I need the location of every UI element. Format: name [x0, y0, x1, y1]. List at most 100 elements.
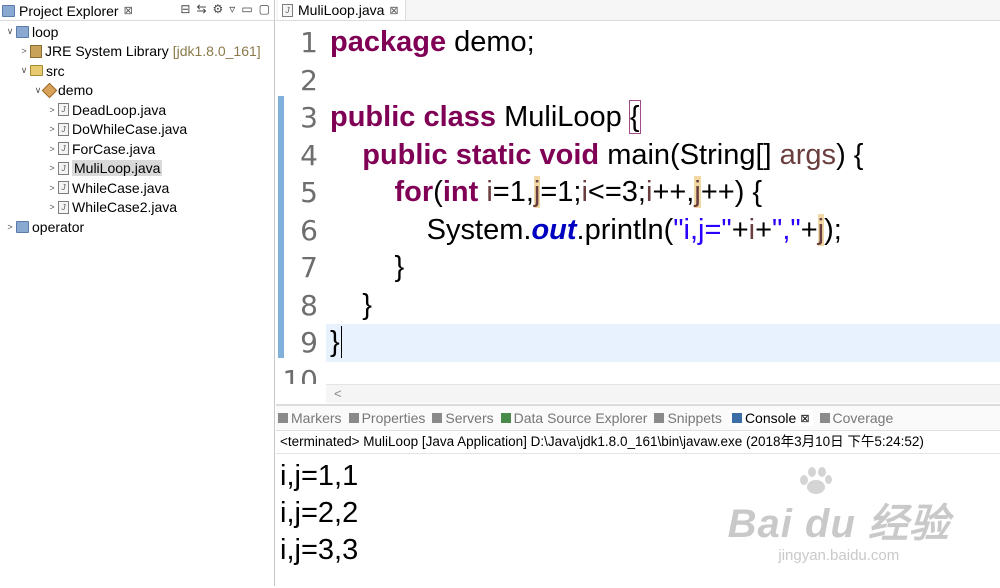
console-panel: Markers Properties Servers Data Source Expl…: [276, 404, 1000, 588]
collapsed-arrow-icon[interactable]: >: [46, 144, 58, 154]
tree-item-decoration: [jdk1.8.0_161]: [172, 43, 261, 60]
code-line-3[interactable]: public class MuliLoop {: [326, 99, 1000, 137]
collapsed-arrow-icon[interactable]: >: [46, 183, 58, 193]
coverage-icon: [819, 413, 830, 423]
package-icon: [41, 82, 58, 99]
code-line-4[interactable]: public static void main(String[] args) {: [326, 137, 1000, 175]
tab-servers[interactable]: Servers: [432, 410, 494, 426]
code-line-5[interactable]: for(int i=1,j=1;i<=3;i++,j++) {: [326, 174, 1000, 212]
properties-icon: [348, 413, 359, 423]
tree-item-deadloop-java[interactable]: > J DeadLoop.java: [0, 100, 274, 120]
tab-console[interactable]: Console ⊠: [728, 410, 813, 426]
project-explorer-icon: [2, 4, 15, 17]
code-line-9[interactable]: }: [326, 324, 1000, 362]
close-icon[interactable]: ⊠: [124, 4, 133, 17]
scroll-left-icon[interactable]: <: [334, 386, 342, 401]
tree-item-label: ForCase.java: [72, 140, 156, 157]
watermark-url: jingyan.baidu.com: [778, 547, 900, 564]
collapsed-arrow-icon[interactable]: >: [18, 46, 30, 56]
tree-item-label: loop: [32, 23, 59, 40]
tree-item-loop[interactable]: ∨ loop: [0, 22, 274, 42]
java-file-icon: J: [58, 122, 69, 136]
tree-item-forcase-java[interactable]: > J ForCase.java: [0, 139, 274, 159]
console-output-line: i,j=1,1: [280, 460, 359, 492]
tree-item-muliloop-java[interactable]: > J MuliLoop.java: [0, 159, 274, 179]
line-number: 9: [300, 326, 318, 359]
horizontal-scrollbar[interactable]: <: [326, 384, 1000, 403]
java-file-icon: J: [282, 3, 293, 17]
tree-item-whilecase-java[interactable]: > J WhileCase.java: [0, 178, 274, 198]
code-area[interactable]: package demo; public class MuliLoop { pu…: [326, 24, 1000, 384]
project-explorer-tab-bar: Project Explorer ⊠ ⊟ ⇆ ⚙ ▿ ▭ ▢: [0, 0, 274, 21]
code-line-1[interactable]: package demo;: [326, 24, 1000, 62]
focus-icon[interactable]: ⚙: [213, 2, 224, 16]
code-line-2[interactable]: [326, 62, 1000, 100]
tree-item-src[interactable]: ∨ src: [0, 61, 274, 81]
view-toolbar: ⊟ ⇆ ⚙ ▿ ▭ ▢: [180, 2, 270, 16]
baidu-paw-icon: [798, 465, 832, 495]
tree-item-label: JRE System Library: [45, 43, 169, 60]
servers-icon: [432, 413, 443, 423]
console-tab-label: Coverage: [832, 410, 894, 426]
tree-item-label: MuliLoop.java: [72, 160, 163, 177]
watermark-brand: Bai du 经验: [727, 502, 950, 546]
java-file-icon: J: [58, 161, 69, 175]
editor-panel: J MuliLoop.java ⊠ 1 2 3 4 5 6 7 8 9 10 package de…: [276, 0, 1000, 404]
console-tab-bar: Markers Properties Servers Data Source Expl…: [276, 406, 1000, 431]
code-line-8[interactable]: }: [326, 287, 1000, 325]
minimize-icon[interactable]: ▭: [241, 2, 252, 16]
tree-item-demo[interactable]: ∨ demo: [0, 81, 274, 101]
collapsed-arrow-icon[interactable]: >: [46, 202, 58, 212]
collapse-all-icon[interactable]: ⊟: [180, 2, 190, 16]
tree-item-label: demo: [58, 82, 94, 99]
maximize-icon[interactable]: ▢: [259, 2, 270, 16]
tab-project-explorer[interactable]: Project Explorer ⊠: [2, 1, 133, 20]
console-icon: [731, 413, 742, 423]
tree-item-label: src: [46, 62, 65, 79]
tree-item-whilecase2-java[interactable]: > J WhileCase2.java: [0, 198, 274, 218]
console-tab-label: Servers: [445, 410, 494, 426]
tab-markers[interactable]: Markers: [278, 410, 342, 426]
line-number: 8: [300, 288, 318, 322]
console-tab-label: Console: [744, 410, 797, 426]
tree-item-operator[interactable]: > operator: [0, 217, 274, 237]
collapsed-arrow-icon[interactable]: >: [46, 105, 58, 115]
expanded-arrow-icon[interactable]: ∨: [18, 65, 30, 76]
library-icon: [30, 44, 42, 58]
line-number: 6: [300, 213, 318, 247]
code-line-6[interactable]: System.out.println("i,j="+i+","+j);: [326, 212, 1000, 250]
tree-item-label: WhileCase.java: [72, 179, 170, 196]
tree-item-dowhilecase-java[interactable]: > J DoWhileCase.java: [0, 120, 274, 140]
tree-item-label: DeadLoop.java: [72, 101, 167, 118]
project-explorer-panel: Project Explorer ⊠ ⊟ ⇆ ⚙ ▿ ▭ ▢ ∨ loop > JRE…: [0, 0, 275, 586]
code-line-10[interactable]: [326, 362, 1000, 385]
tree-item-jre-system-library[interactable]: > JRE System Library [jdk1.8.0_161]: [0, 42, 274, 62]
code-line-7[interactable]: }: [326, 249, 1000, 287]
tree-item-label: operator: [32, 218, 85, 235]
tab-muliloop-java[interactable]: J MuliLoop.java ⊠: [278, 0, 406, 20]
java-file-icon: J: [58, 200, 69, 214]
close-icon[interactable]: ⊠: [389, 4, 398, 17]
console-tab-label: Data Source Explorer: [513, 410, 648, 426]
editor-tab-label: MuliLoop.java: [298, 2, 385, 18]
view-menu-icon[interactable]: ▿: [229, 2, 235, 16]
collapsed-arrow-icon[interactable]: >: [4, 222, 16, 232]
collapsed-arrow-icon[interactable]: >: [46, 163, 58, 173]
expanded-arrow-icon[interactable]: ∨: [4, 26, 16, 37]
link-with-editor-icon[interactable]: ⇆: [196, 2, 206, 16]
project-tree: ∨ loop > JRE System Library [jdk1.8.0_161] ∨ s…: [0, 22, 274, 237]
line-number-gutter: 1 2 3 4 5 6 7 8 9 10: [276, 24, 326, 384]
collapsed-arrow-icon[interactable]: >: [46, 124, 58, 134]
close-icon[interactable]: ⊠: [800, 412, 809, 425]
tab-coverage[interactable]: Coverage: [819, 410, 894, 426]
console-tab-label: Markers: [291, 410, 342, 426]
markers-icon: [278, 413, 288, 423]
tab-snippets[interactable]: Snippets: [654, 410, 722, 426]
line-number: 7: [300, 251, 318, 284]
tab-data-source-explorer[interactable]: Data Source Explorer: [500, 410, 648, 426]
tab-properties[interactable]: Properties: [348, 410, 425, 426]
line-number: 5: [300, 176, 318, 209]
line-number: 10: [282, 363, 318, 385]
watermark: Bai du 经验 jingyan.baidu.com: [727, 467, 950, 564]
console-status: <terminated> MuliLoop [Java Application]…: [276, 431, 1000, 454]
